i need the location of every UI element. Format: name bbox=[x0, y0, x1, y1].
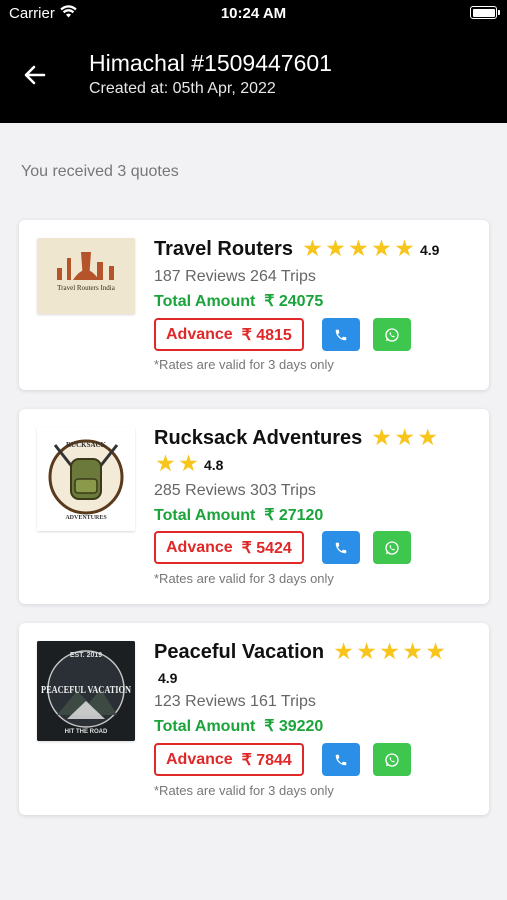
rating-row: ★ ★ 4.8 bbox=[154, 453, 224, 476]
status-time: 10:24 AM bbox=[220, 5, 287, 22]
whatsapp-icon bbox=[385, 327, 399, 342]
whatsapp-button[interactable] bbox=[373, 318, 411, 351]
total-label: Total Amount bbox=[154, 718, 256, 735]
validity-note: *Rates are valid for 3 days only bbox=[154, 357, 334, 372]
star-icon: ★ bbox=[395, 238, 414, 260]
total-amount: Total Amount ₹ 27120 bbox=[154, 505, 323, 525]
quotes-count: You received 3 quotes bbox=[21, 163, 179, 180]
total-label: Total Amount bbox=[154, 293, 256, 310]
star-icon: ★ bbox=[372, 427, 391, 449]
total-value: ₹ 39220 bbox=[264, 718, 324, 735]
total-amount: Total Amount ₹ 24075 bbox=[154, 291, 323, 311]
star-icon: ★ bbox=[418, 427, 437, 449]
star-icon: ★ bbox=[403, 641, 422, 663]
advance-label: Advance bbox=[166, 538, 233, 556]
quote-card[interactable]: RUCKSACK ADVENTURES Rucksack Adventures ★… bbox=[19, 409, 489, 604]
total-amount: Total Amount ₹ 39220 bbox=[154, 716, 323, 736]
vendor-name: Rucksack Adventures bbox=[154, 427, 363, 449]
advance-label: Advance bbox=[166, 750, 233, 768]
logo-text: RUCKSACK bbox=[66, 441, 107, 449]
validity-note: *Rates are valid for 3 days only bbox=[154, 571, 334, 586]
page-subtitle: Created at: 05th Apr, 2022 bbox=[89, 80, 276, 97]
phone-icon bbox=[335, 754, 347, 765]
logo-text: Travel Routers India bbox=[57, 284, 116, 292]
logo-text: ADVENTURES bbox=[65, 515, 107, 521]
back-button[interactable] bbox=[18, 58, 52, 92]
validity-note: *Rates are valid for 3 days only bbox=[154, 783, 334, 798]
rating-value: 4.8 bbox=[204, 457, 224, 473]
advance-value: ₹ 4815 bbox=[241, 326, 292, 344]
rating-stars: ★ ★ ★ ★ ★ bbox=[332, 641, 447, 663]
star-icon: ★ bbox=[349, 238, 368, 260]
vendor-name: Peaceful Vacation bbox=[154, 641, 325, 663]
quote-card[interactable]: Travel Routers India Travel Routers ★ ★ ★ ★ ★… bbox=[19, 220, 489, 390]
rating-value: 4.9 bbox=[419, 242, 440, 258]
star-icon: ★ bbox=[179, 453, 198, 475]
whatsapp-icon bbox=[385, 752, 399, 767]
whatsapp-icon bbox=[385, 540, 399, 555]
star-icon: ★ bbox=[303, 238, 322, 260]
rating-stars: ★ ★ ★ bbox=[370, 427, 439, 449]
vendor-name: Travel Routers bbox=[154, 238, 293, 260]
logo-text: HIT THE ROAD bbox=[65, 729, 108, 735]
star-icon: ★ bbox=[326, 238, 345, 260]
star-icon: ★ bbox=[395, 427, 414, 449]
reviews-trips: 123 Reviews 161 Trips bbox=[154, 693, 316, 710]
vendor-name-row: Peaceful Vacation ★ ★ ★ ★ ★ bbox=[154, 639, 477, 665]
advance-value: ₹ 5424 bbox=[241, 539, 292, 557]
phone-icon bbox=[335, 542, 347, 553]
arrow-left-icon bbox=[24, 65, 46, 85]
logo-text: PEACEFUL VACATION bbox=[41, 684, 131, 696]
rating-row: 4.9 bbox=[158, 667, 177, 689]
advance-value: ₹ 7844 bbox=[241, 751, 292, 769]
star-icon: ★ bbox=[334, 641, 353, 663]
total-value: ₹ 24075 bbox=[264, 293, 324, 310]
total-label: Total Amount bbox=[154, 507, 256, 524]
vendor-logo: EST. 2019 PEACEFUL VACATION HIT THE ROAD bbox=[37, 641, 135, 741]
call-button[interactable] bbox=[322, 318, 360, 351]
reviews-trips: 187 Reviews 264 Trips bbox=[154, 268, 316, 285]
logo-text: EST. 2019 bbox=[70, 652, 102, 659]
star-icon: ★ bbox=[357, 641, 376, 663]
page-title: Himachal #1509447601 bbox=[89, 50, 332, 76]
quote-card[interactable]: EST. 2019 PEACEFUL VACATION HIT THE ROAD… bbox=[19, 623, 489, 815]
advance-label: Advance bbox=[166, 325, 233, 343]
vendor-logo: Travel Routers India bbox=[37, 238, 135, 314]
vendor-name-row: Rucksack Adventures ★ ★ ★ bbox=[154, 425, 477, 451]
top-bar: Carrier 10:24 AM Himachal #1509447601 Cr… bbox=[0, 0, 507, 123]
star-icon: ★ bbox=[156, 453, 175, 475]
battery-icon bbox=[470, 6, 500, 19]
star-icon: ★ bbox=[380, 641, 399, 663]
call-button[interactable] bbox=[322, 743, 360, 776]
call-button[interactable] bbox=[322, 531, 360, 564]
vendor-logo: RUCKSACK ADVENTURES bbox=[37, 427, 135, 531]
whatsapp-button[interactable] bbox=[373, 743, 411, 776]
rating-value: 4.9 bbox=[158, 670, 178, 686]
star-icon: ★ bbox=[426, 641, 445, 663]
vendor-name-row: Travel Routers ★ ★ ★ ★ ★ 4.9 bbox=[154, 236, 477, 263]
advance-badge: Advance ₹ 5424 bbox=[154, 531, 304, 564]
phone-icon bbox=[335, 329, 347, 340]
advance-badge: Advance ₹ 7844 bbox=[154, 743, 304, 776]
star-icon: ★ bbox=[372, 238, 391, 260]
reviews-trips: 285 Reviews 303 Trips bbox=[154, 482, 316, 499]
advance-badge: Advance ₹ 4815 bbox=[154, 318, 304, 351]
rating-stars: ★ ★ ★ ★ ★ bbox=[301, 238, 416, 260]
whatsapp-button[interactable] bbox=[373, 531, 411, 564]
total-value: ₹ 27120 bbox=[264, 507, 324, 524]
